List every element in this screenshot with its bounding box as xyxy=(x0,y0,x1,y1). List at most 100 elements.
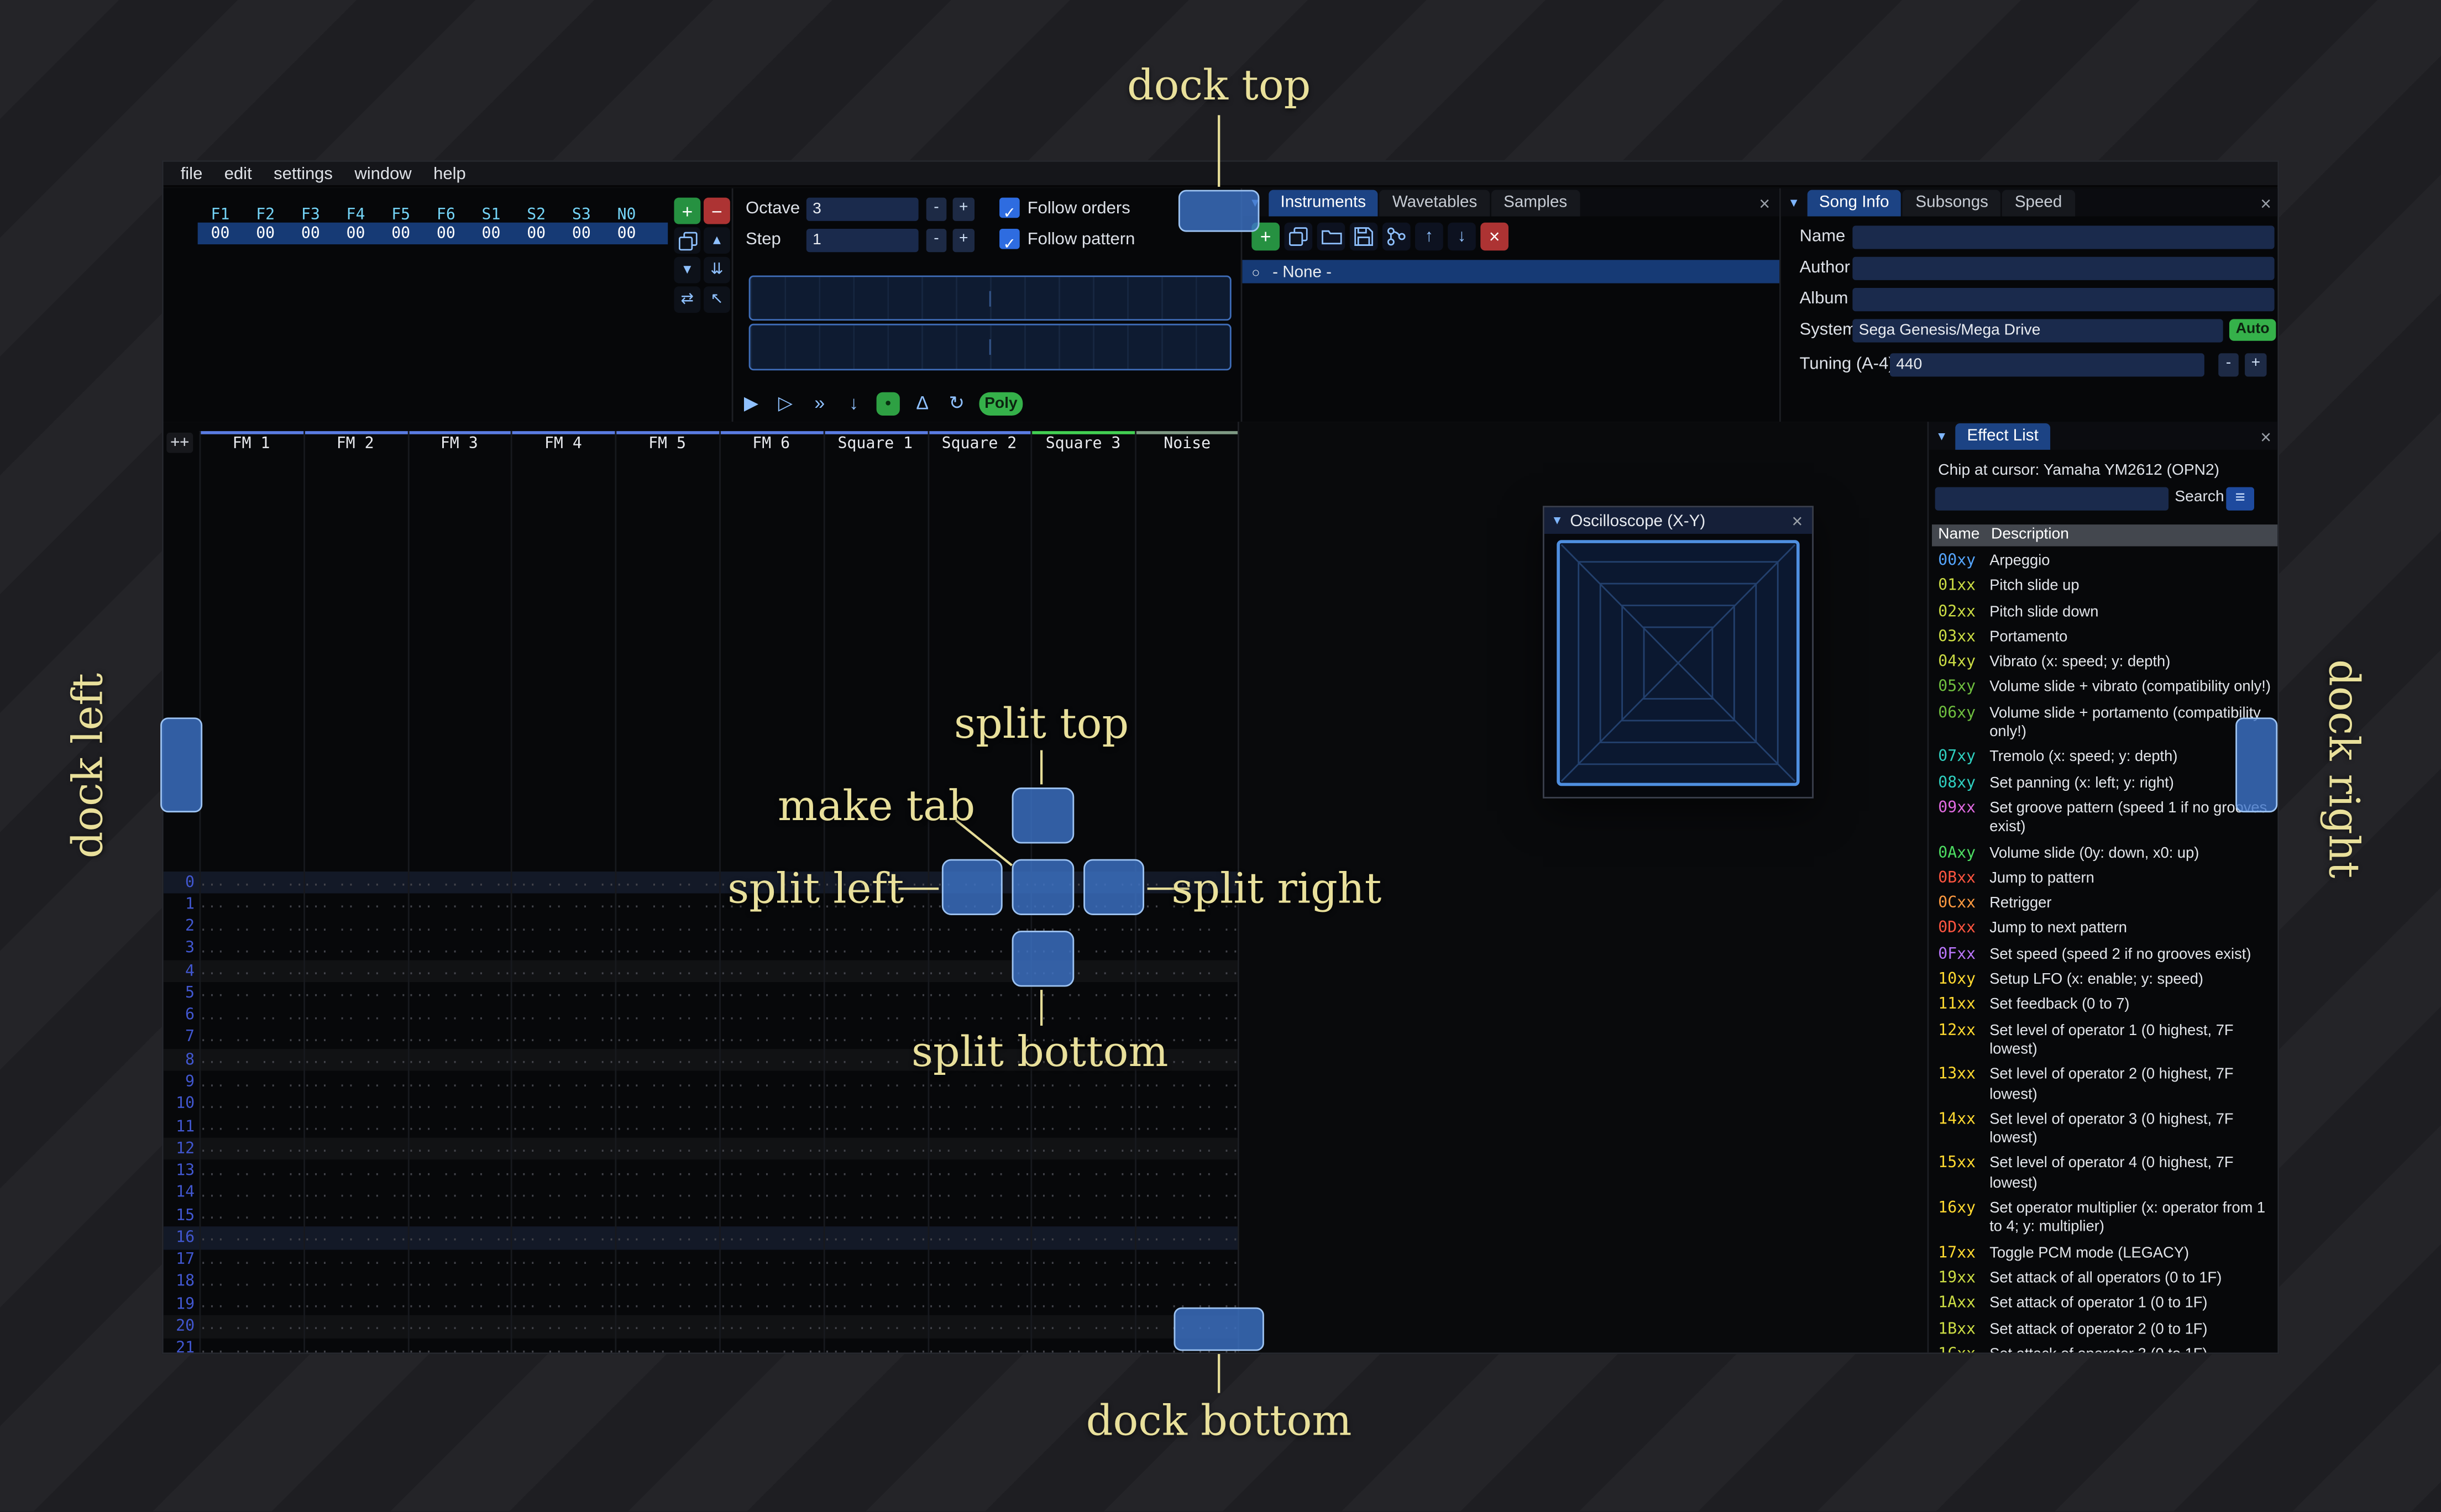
pattern-cell[interactable]: ... .. .. .. xyxy=(303,1119,407,1135)
pattern-cell[interactable]: ... .. .. .. xyxy=(199,942,303,957)
close-icon[interactable]: × xyxy=(2260,194,2271,213)
poly-button[interactable]: Poly xyxy=(979,391,1023,415)
pattern-cell[interactable]: ... .. .. .. xyxy=(511,1075,615,1090)
pattern-cell[interactable]: ... .. .. .. xyxy=(1031,1097,1135,1112)
pattern-cell[interactable]: ... .. .. .. xyxy=(615,1274,719,1290)
pattern-cell[interactable]: ... .. .. .. xyxy=(199,1186,303,1201)
pattern-cell[interactable]: ... .. .. .. xyxy=(615,1319,719,1335)
pattern-cell[interactable]: ... .. .. .. xyxy=(199,1252,303,1268)
follow-orders-checkbox[interactable]: ✓ xyxy=(999,197,1020,223)
close-icon[interactable]: × xyxy=(1759,194,1770,213)
pattern-cell[interactable]: ... .. .. .. xyxy=(1031,1274,1135,1290)
pattern-cell[interactable]: ... .. .. .. xyxy=(823,1319,927,1335)
order-cell[interactable]: 00 xyxy=(469,225,514,242)
pattern-cell[interactable]: ... .. .. .. xyxy=(927,1163,1031,1179)
pattern-cell[interactable]: ... .. .. .. xyxy=(199,986,303,1001)
menu-item-edit[interactable]: edit xyxy=(213,162,263,184)
pattern-cell[interactable]: ... .. .. .. xyxy=(407,1230,511,1246)
channel-header-fm-4[interactable]: FM 4 xyxy=(511,431,615,454)
follow-pattern-checkbox[interactable]: ✓ xyxy=(999,228,1020,254)
pattern-cell[interactable]: ... .. .. .. xyxy=(719,1097,823,1112)
pattern-cell[interactable]: ... .. .. .. xyxy=(1135,1252,1238,1268)
pattern-cell[interactable]: ... .. .. .. xyxy=(615,964,719,979)
split-target-top[interactable] xyxy=(1012,788,1075,844)
pattern-cell[interactable]: ... .. .. .. xyxy=(719,1163,823,1179)
pattern-cell[interactable]: ... .. .. .. xyxy=(719,1008,823,1023)
pattern-cell[interactable]: ... .. .. .. xyxy=(615,1008,719,1023)
tuning-minus-button[interactable]: - xyxy=(2218,353,2239,377)
pattern-cell[interactable]: ... .. .. .. xyxy=(407,1252,511,1268)
pattern-cell[interactable]: ... .. .. .. xyxy=(511,1053,615,1068)
pattern-cell[interactable]: ... .. .. .. xyxy=(407,986,511,1001)
chevron-down-icon[interactable]: ▾ xyxy=(1938,428,1945,445)
move-up-button[interactable]: ▴ xyxy=(703,227,730,254)
pattern-cell[interactable]: ... .. .. .. xyxy=(511,875,615,890)
pattern-cell[interactable]: ... .. .. .. xyxy=(1031,1296,1135,1312)
dock-target-top[interactable] xyxy=(1178,190,1260,232)
pattern-cell[interactable]: ... .. .. .. xyxy=(407,919,511,935)
tab-speed[interactable]: Speed xyxy=(2002,190,2075,217)
pattern-cell[interactable]: ... .. .. .. xyxy=(303,1341,407,1353)
pattern-cell[interactable]: ... .. .. .. xyxy=(1031,1252,1135,1268)
pattern-cell[interactable]: ... .. .. .. xyxy=(719,1230,823,1246)
pattern-cell[interactable]: ... .. .. .. xyxy=(303,1141,407,1157)
pattern-cell[interactable]: ... .. .. .. xyxy=(303,1030,407,1046)
pattern-cell[interactable]: ... .. .. .. xyxy=(823,986,927,1001)
menu-item-settings[interactable]: settings xyxy=(263,162,343,184)
pattern-cell[interactable]: ... .. .. .. xyxy=(1135,1119,1238,1135)
tab-instruments[interactable]: Instruments xyxy=(1267,190,1379,217)
step-input[interactable]: 1 xyxy=(806,228,919,253)
pattern-cell[interactable]: ... .. .. .. xyxy=(199,919,303,935)
pattern-cell[interactable]: ... .. .. .. xyxy=(407,1186,511,1201)
channel-header-square-1[interactable]: Square 1 xyxy=(823,431,928,454)
octave-minus-button[interactable]: - xyxy=(926,197,947,221)
record-button[interactable]: ● xyxy=(876,391,900,415)
pattern-cell[interactable]: ... .. .. .. xyxy=(407,1053,511,1068)
pattern-cell[interactable]: ... .. .. .. xyxy=(199,1119,303,1135)
pattern-cell[interactable]: ... .. .. .. xyxy=(303,1296,407,1312)
pattern-cell[interactable]: ... .. .. .. xyxy=(615,1208,719,1224)
pattern-cell[interactable]: ... .. .. .. xyxy=(615,1053,719,1068)
order-cell[interactable]: 00 xyxy=(423,225,469,242)
system-field[interactable]: Sega Genesis/Mega Drive xyxy=(1852,319,2223,343)
pattern-cell[interactable]: ... .. .. .. xyxy=(823,1163,927,1179)
pattern-cell[interactable]: ... .. .. .. xyxy=(927,1119,1031,1135)
pattern-cell[interactable]: ... .. .. .. xyxy=(1031,1141,1135,1157)
pattern-cell[interactable]: ... .. .. .. xyxy=(199,897,303,912)
pattern-cell[interactable]: ... .. .. .. xyxy=(303,1186,407,1201)
pattern-cell[interactable]: ... .. .. .. xyxy=(1031,1119,1135,1135)
swap-button[interactable]: ⇄ xyxy=(674,286,701,313)
channel-header-fm-5[interactable]: FM 5 xyxy=(615,431,720,454)
pattern-cell[interactable]: ... .. .. .. xyxy=(199,1097,303,1112)
pattern-cell[interactable]: ... .. .. .. xyxy=(199,875,303,890)
pattern-cell[interactable]: ... .. .. .. xyxy=(615,1075,719,1090)
pattern-cell[interactable]: ... .. .. .. xyxy=(199,1319,303,1335)
pattern-cell[interactable]: ... .. .. .. xyxy=(927,1097,1031,1112)
pattern-cell[interactable]: ... .. .. .. xyxy=(511,986,615,1001)
pattern-cell[interactable]: ... .. .. .. xyxy=(199,1141,303,1157)
pattern-cell[interactable]: ... .. .. .. xyxy=(615,1296,719,1312)
order-row[interactable]: 00 00 00 00 00 00 00 00 00 00 xyxy=(197,222,668,245)
move-down-button[interactable]: ▾ xyxy=(674,256,701,284)
pattern-cell[interactable]: ... .. .. .. xyxy=(1135,1186,1238,1201)
play-button[interactable]: ▶ xyxy=(740,392,763,414)
pattern-cell[interactable]: ... .. .. .. xyxy=(407,1008,511,1023)
pattern-cell[interactable]: ... .. .. .. xyxy=(199,964,303,979)
tab-effect-list[interactable]: Effect List xyxy=(1954,423,2051,450)
channel-header-fm-6[interactable]: FM 6 xyxy=(719,431,824,454)
octave-input[interactable]: 3 xyxy=(806,197,919,221)
pattern-cell[interactable]: ... .. .. .. xyxy=(927,1252,1031,1268)
add-button[interactable]: + xyxy=(674,197,701,224)
pattern-cell[interactable]: ... .. .. .. xyxy=(511,1230,615,1246)
deep-clone-button[interactable]: ⇊ xyxy=(703,256,730,284)
tab-song-info[interactable]: Song Info xyxy=(1806,190,1902,217)
pattern-cell[interactable]: ... .. .. .. xyxy=(1135,1274,1238,1290)
pattern-cell[interactable]: ... .. .. .. xyxy=(511,1141,615,1157)
save-button[interactable] xyxy=(1349,222,1378,251)
pattern-cell[interactable]: ... .. .. .. xyxy=(719,919,823,935)
pattern-cell[interactable]: ... .. .. .. xyxy=(199,1075,303,1090)
pattern-cell[interactable]: ... .. .. .. xyxy=(199,1030,303,1046)
down-button[interactable]: ↓ xyxy=(1448,222,1476,251)
pattern-cell[interactable]: ... .. .. .. xyxy=(719,942,823,957)
pattern-cell[interactable]: ... .. .. .. xyxy=(1031,1230,1135,1246)
